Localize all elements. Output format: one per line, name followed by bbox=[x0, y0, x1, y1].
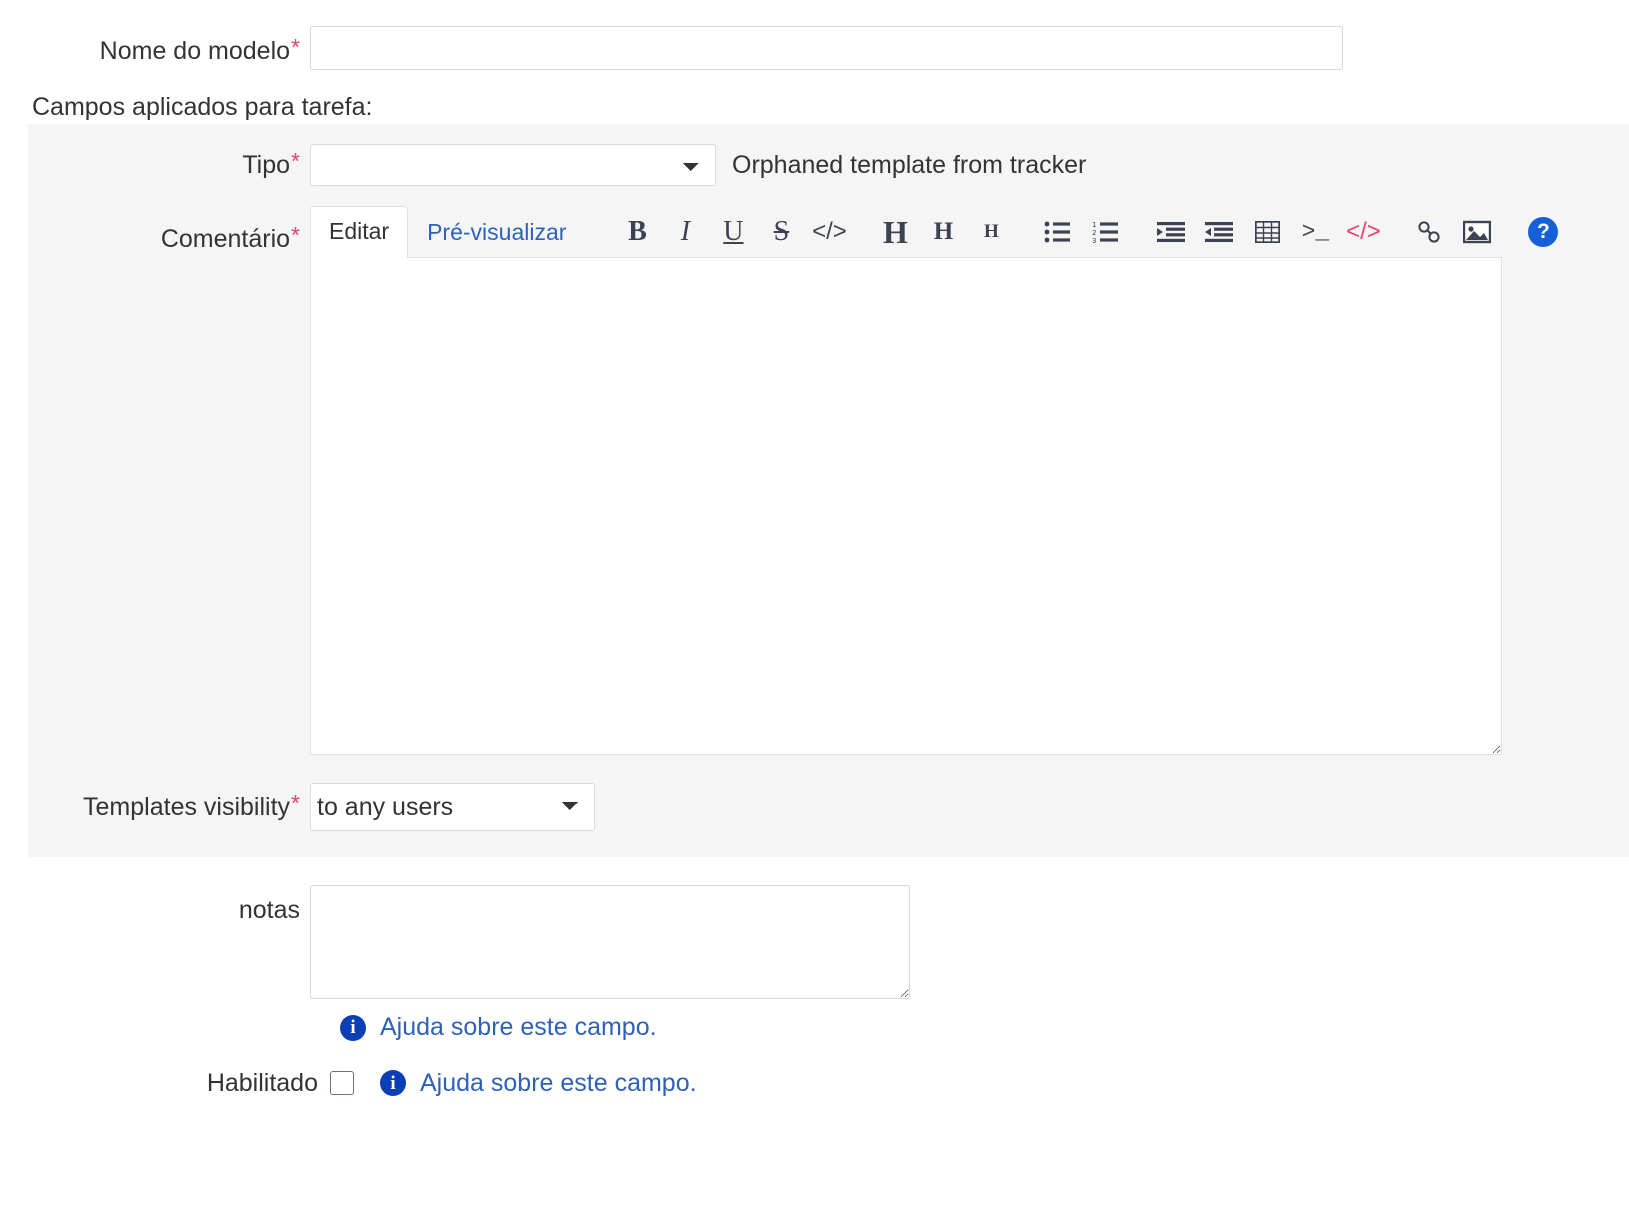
comment-textarea[interactable] bbox=[310, 258, 1502, 755]
unordered-list-icon[interactable] bbox=[1037, 215, 1077, 249]
terminal-icon[interactable]: >_ bbox=[1295, 215, 1335, 249]
name-input[interactable] bbox=[310, 26, 1343, 70]
fieldset-legend: Campos aplicados para tarefa: bbox=[0, 92, 373, 122]
code-block-icon[interactable]: </> bbox=[1343, 215, 1383, 249]
tab-previsualizar[interactable]: Pré-visualizar bbox=[408, 207, 585, 258]
comment-label-text: Comentário bbox=[160, 225, 291, 253]
indent-decrease-icon[interactable] bbox=[1199, 215, 1239, 249]
tipo-required-asterisk: * bbox=[291, 148, 300, 174]
tab-previsualizar-label: Pré-visualizar bbox=[427, 219, 567, 246]
help-icon-badge: ? bbox=[1528, 217, 1559, 247]
heading-3-icon[interactable]: H bbox=[971, 215, 1011, 249]
tipo-select[interactable] bbox=[310, 144, 716, 186]
info-icon: i bbox=[380, 1070, 406, 1096]
visibility-label-text: Templates visibility bbox=[83, 793, 291, 821]
comment-field-row: Comentário* Editar Pré-visualizar B I U … bbox=[28, 206, 1629, 755]
habilitado-help-link[interactable]: Ajuda sobre este campo. bbox=[420, 1069, 697, 1098]
task-fields-panel: Tipo* Orphaned template from tracker Com… bbox=[28, 124, 1629, 857]
name-required-asterisk: * bbox=[291, 34, 300, 60]
comment-editor: Editar Pré-visualizar B I U S </> H H H bbox=[310, 206, 1559, 755]
notas-help-link[interactable]: Ajuda sobre este campo. bbox=[380, 1013, 657, 1042]
name-field-label: Nome do modelo* bbox=[0, 26, 310, 66]
tab-editar[interactable]: Editar bbox=[310, 206, 409, 258]
visibility-required-asterisk: * bbox=[291, 790, 300, 816]
underline-icon[interactable]: U bbox=[713, 215, 753, 249]
visibility-field-row: Templates visibility* to any users bbox=[28, 783, 1629, 831]
link-icon[interactable] bbox=[1409, 215, 1449, 249]
visibility-field-label: Templates visibility* bbox=[28, 792, 310, 822]
heading-2-icon[interactable]: H bbox=[923, 215, 963, 249]
strikethrough-icon[interactable]: S bbox=[761, 215, 801, 249]
habilitado-help-line: i Ajuda sobre este campo. bbox=[380, 1069, 697, 1098]
habilitado-field-label: Habilitado bbox=[0, 1068, 330, 1098]
tipo-field-label: Tipo* bbox=[28, 150, 310, 180]
svg-text:2: 2 bbox=[1092, 229, 1096, 237]
comment-field-label: Comentário* bbox=[28, 206, 310, 254]
notas-field-row: notas bbox=[0, 885, 1629, 999]
habilitado-label-text: Habilitado bbox=[206, 1069, 318, 1097]
notas-field-label: notas bbox=[0, 885, 310, 925]
name-field-row: Nome do modelo* bbox=[0, 0, 1629, 70]
help-icon[interactable]: ? bbox=[1523, 215, 1563, 249]
tipo-field-row: Tipo* Orphaned template from tracker bbox=[28, 144, 1629, 186]
image-icon[interactable] bbox=[1457, 215, 1497, 249]
comment-required-asterisk: * bbox=[291, 222, 300, 248]
notas-help-line: i Ajuda sobre este campo. bbox=[340, 1013, 1629, 1042]
editor-toolbar: Editar Pré-visualizar B I U S </> H H H bbox=[310, 206, 1559, 258]
tipo-label-text: Tipo bbox=[242, 151, 291, 179]
italic-icon[interactable]: I bbox=[665, 215, 705, 249]
toolbar-buttons: B I U S </> H H H 1 2 3 >_ </> ? bbox=[599, 214, 1571, 257]
habilitado-checkbox[interactable] bbox=[330, 1071, 354, 1095]
svg-text:1: 1 bbox=[1092, 221, 1096, 229]
name-label-text: Nome do modelo bbox=[99, 37, 291, 65]
notas-textarea[interactable] bbox=[310, 885, 910, 999]
svg-text:3: 3 bbox=[1092, 237, 1096, 243]
template-edit-form: Nome do modelo* Campos aplicados para ta… bbox=[0, 0, 1629, 1098]
heading-1-icon[interactable]: H bbox=[875, 214, 915, 250]
info-icon: i bbox=[340, 1014, 366, 1041]
table-icon[interactable] bbox=[1247, 215, 1287, 249]
tipo-note-text: Orphaned template from tracker bbox=[732, 150, 1087, 179]
ordered-list-icon[interactable]: 1 2 3 bbox=[1085, 215, 1125, 249]
tab-editar-label: Editar bbox=[329, 218, 390, 245]
inline-code-icon[interactable]: </> bbox=[809, 215, 849, 249]
notas-label-text: notas bbox=[238, 896, 300, 924]
visibility-select[interactable]: to any users bbox=[310, 783, 595, 831]
bold-icon[interactable]: B bbox=[617, 215, 657, 249]
habilitado-field-row: Habilitado i Ajuda sobre este campo. bbox=[0, 1068, 1629, 1098]
indent-increase-icon[interactable] bbox=[1151, 215, 1191, 249]
